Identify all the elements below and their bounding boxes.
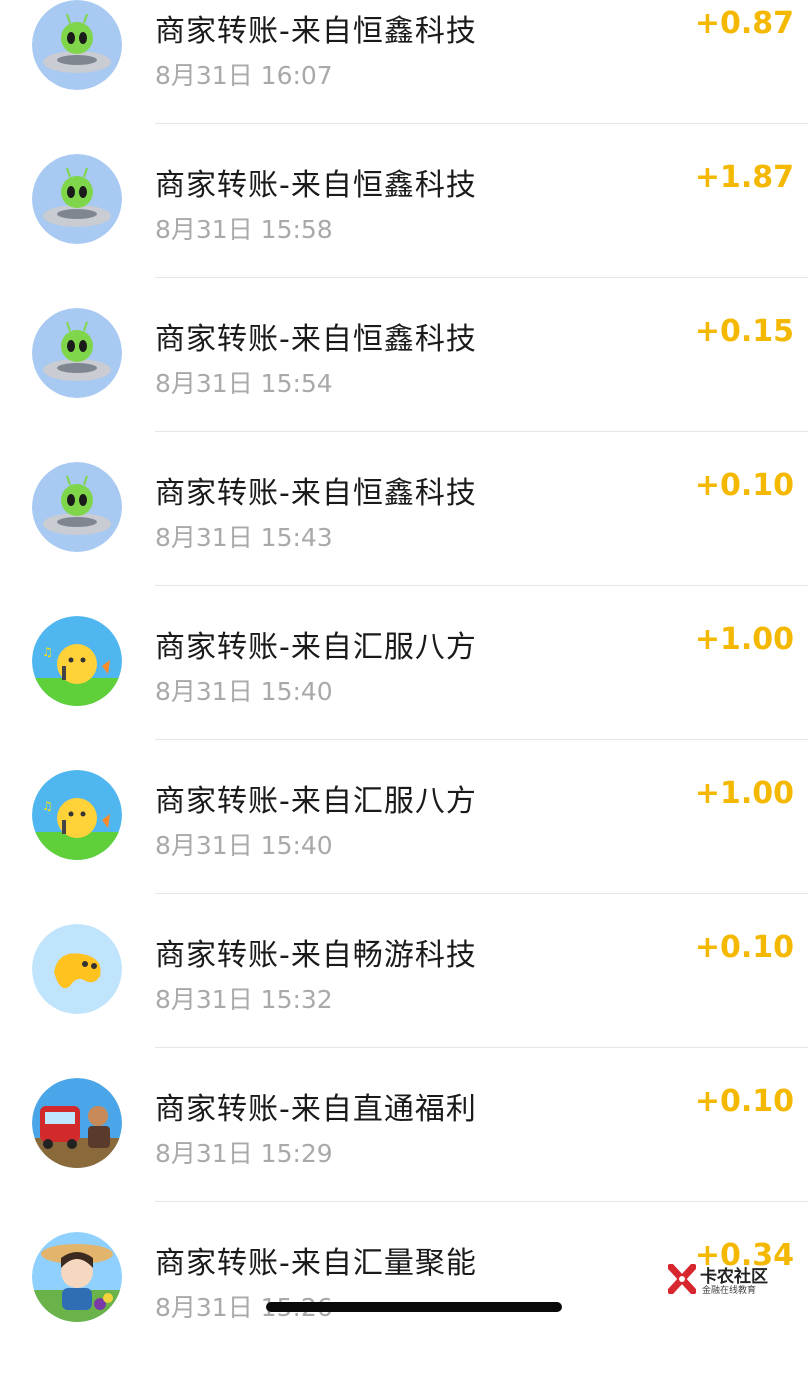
transaction-amount: +1.00	[694, 622, 794, 657]
divider	[155, 1201, 808, 1202]
ufo-alien-icon	[32, 308, 122, 398]
transaction-title: 商家转账-来自畅游科技	[155, 938, 477, 973]
ufo-alien-icon	[32, 462, 122, 552]
transaction-row[interactable]: 商家转账-来自恒鑫科技 8月31日 16:07 +0.87	[0, 0, 808, 154]
transaction-title: 商家转账-来自汇服八方	[155, 784, 477, 819]
home-indicator[interactable]	[266, 1302, 562, 1312]
transaction-time: 8月31日 15:32	[155, 985, 333, 1014]
transaction-row[interactable]: 商家转账-来自恒鑫科技 8月31日 15:54 +0.15	[0, 308, 808, 462]
transaction-time: 8月31日 15:43	[155, 523, 333, 552]
transaction-time: 8月31日 15:40	[155, 677, 333, 706]
divider	[155, 123, 808, 124]
transaction-row[interactable]: 商家转账-来自直通福利 8月31日 15:29 +0.10	[0, 1078, 808, 1232]
transaction-amount: +1.87	[694, 160, 794, 195]
transaction-time: 8月31日 15:29	[155, 1139, 333, 1168]
transaction-title: 商家转账-来自恒鑫科技	[155, 476, 477, 511]
transaction-amount: +0.10	[694, 930, 794, 965]
singing-chick-icon: ♫	[32, 770, 122, 860]
transaction-time: 8月31日 15:58	[155, 215, 333, 244]
transaction-title: 商家转账-来自恒鑫科技	[155, 168, 477, 203]
watermark-subtitle: 金融在线教育	[702, 1286, 757, 1296]
transaction-row[interactable]: 商家转账-来自恒鑫科技 8月31日 15:58 +1.87	[0, 154, 808, 308]
transaction-title: 商家转账-来自汇量聚能	[155, 1246, 477, 1281]
transaction-amount: +0.10	[694, 1084, 794, 1119]
divider	[155, 739, 808, 740]
svg-text:♫: ♫	[42, 799, 53, 813]
divider	[155, 1047, 808, 1048]
kanong-watermark: 卡农社区 金融在线教育	[668, 1262, 778, 1298]
transaction-title: 商家转账-来自汇服八方	[155, 630, 477, 665]
transaction-title: 商家转账-来自恒鑫科技	[155, 14, 477, 49]
ufo-alien-icon	[32, 0, 122, 90]
transaction-row[interactable]: ♫ 商家转账-来自汇服八方 8月31日 15:40 +1.00	[0, 616, 808, 770]
divider	[155, 585, 808, 586]
transaction-amount: +1.00	[694, 776, 794, 811]
transaction-time: 8月31日 15:40	[155, 831, 333, 860]
divider	[155, 893, 808, 894]
transaction-title: 商家转账-来自直通福利	[155, 1092, 477, 1127]
transaction-amount: +0.10	[694, 468, 794, 503]
ufo-alien-icon	[32, 154, 122, 244]
transaction-title: 商家转账-来自恒鑫科技	[155, 322, 477, 357]
transaction-row[interactable]: ♫ 商家转账-来自汇服八方 8月31日 15:40 +1.00	[0, 770, 808, 924]
singing-chick-icon: ♫	[32, 616, 122, 706]
svg-text:♫: ♫	[42, 645, 53, 659]
transaction-time: 8月31日 16:07	[155, 61, 333, 90]
yellow-bean-icon	[32, 924, 122, 1014]
transaction-row[interactable]: 商家转账-来自畅游科技 8月31日 15:32 +0.10	[0, 924, 808, 1078]
transaction-amount: +0.15	[694, 314, 794, 349]
farmer-girl-icon	[32, 1232, 122, 1322]
transaction-amount: +0.87	[694, 6, 794, 41]
divider	[155, 431, 808, 432]
transaction-row[interactable]: 商家转账-来自恒鑫科技 8月31日 15:43 +0.10	[0, 462, 808, 616]
kanong-logo-icon	[668, 1264, 696, 1294]
transaction-time: 8月31日 15:54	[155, 369, 333, 398]
bus-travel-icon	[32, 1078, 122, 1168]
divider	[155, 277, 808, 278]
